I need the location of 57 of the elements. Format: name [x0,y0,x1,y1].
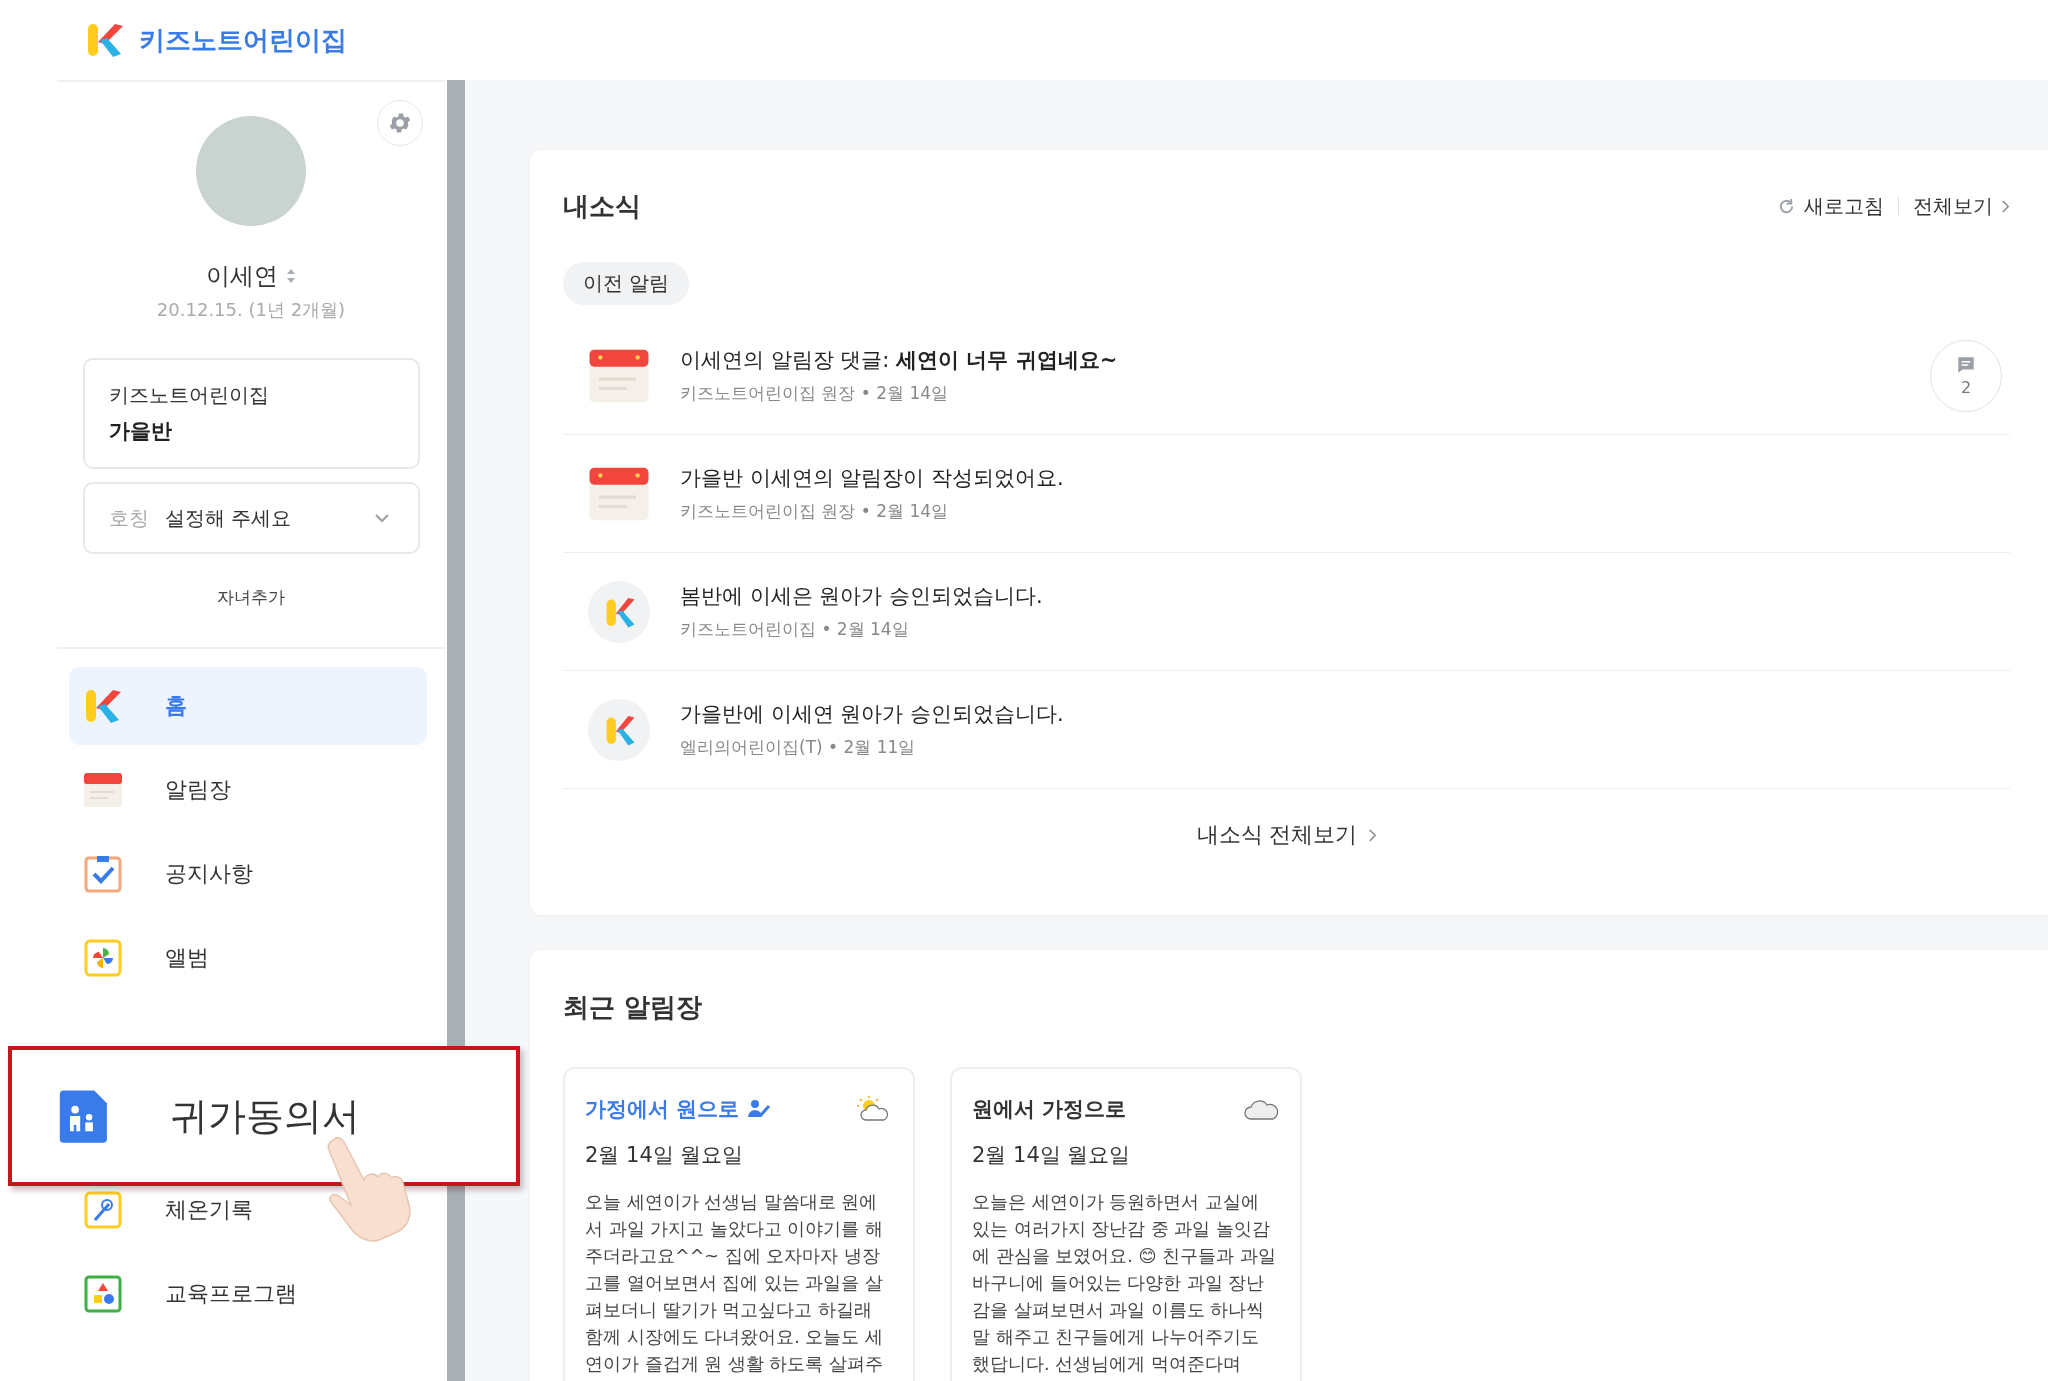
menu-item[interactable]: 교육프로그램 [69,1255,427,1333]
note-card[interactable]: 원에서 가정으로 2월 14일 월요일 오늘은 세연이가 등원하면서 교실에 있는 여러가지 장난감 중 과일 놀잇감에 관심을 보였어요. 😊 친구들과 과일 바구니에 들어있는 다양한 과일 장난감을 살펴보면서 과일 이름도 하나씩 말 해주고 친구들에게 나누어주기도 했답니다. 선생님에게 먹여준다며 [950,1067,1302,1381]
checklist-icon [83,854,123,894]
section-title: 내소식 [563,189,641,223]
previous-alerts-chip: 이전 알림 [563,262,690,305]
note-date: 2월 14일 월요일 [585,1142,745,1169]
note-text: 오늘은 세연이가 등원하면서 교실에 있는 여러가지 장난감 중 과일 놀잇감에 관심을 보였어요. 😊 친구들과 과일 바구니에 들어있는 다양한 과일 장난감을 살펴보면서 과일 이름도 하나씩 말 해주고 친구들에게 나누어주기도 했답니다. 선생님에게 먹여준다며 [972,1191,1277,1376]
news-title: 봄반에 이세은 원아가 승인되었습니다. [680,583,1044,610]
note-text: 오늘 세연이가 선생님 말씀대로 원에서 과일 가지고 놀았다고 이야기를 해주더라고요^^~ 집에 오자마자 냉장고를 열어보면서 집에 있는 과일을 살펴보더니 딸기가 먹고싶다고 하길래 함께 시장에도 다녀왔어요. 오늘도 세연이가 즐겁게 원 생활 하도록 살펴주 [585,1191,884,1376]
menu-item[interactable]: 알림장 [69,751,427,829]
settings-button[interactable] [377,100,423,146]
menu-item[interactable]: 홈 [69,667,427,745]
add-child-link[interactable]: 자녀추가 [217,586,285,609]
school-name: 키즈노트어린이집 [108,382,270,409]
news-title: 가을반 이세연의 알림장이 작성되었어요. [680,465,1065,492]
news-meta: 키즈노트어린이집 원장 • 2월 14일 [680,382,950,405]
news-title: 이세연의 알림장 댓글: 세연이 너무 귀엽네요~ [680,347,1119,374]
gear-icon [387,110,413,136]
news-item[interactable]: 봄반에 이세은 원아가 승인되었습니다. 키즈노트어린이집 • 2월 14일 [563,553,2010,671]
pinwheel-icon [83,938,123,978]
calendar-icon [83,770,123,810]
view-all-news-link[interactable]: 내소식 전체보기 [1190,819,1383,851]
note-date: 2월 14일 월요일 [972,1142,1132,1169]
app-title: 키즈노트어린이집 [139,23,347,57]
birth-date: 20.12.15. (1년 2개월) [156,298,346,322]
chevron-down-icon [373,513,390,523]
news-item[interactable]: 이세연의 알림장 댓글: 세연이 너무 귀엽네요~ 키즈노트어린이집 원장 • 2월 14일 2 [563,317,2010,435]
highlighted-menu-item[interactable]: 귀가동의서 [8,1046,520,1186]
parent-child-document-icon [58,1088,110,1144]
writing-person-icon [747,1099,772,1119]
note-title: 원에서 가정으로 [972,1096,1127,1123]
comment-count-button[interactable]: 2 [1930,339,2002,412]
sort-icon[interactable] [286,268,296,284]
refresh-icon [1777,196,1796,216]
chevron-right-icon [2001,198,2010,214]
child-name[interactable]: 이세연 [206,260,278,292]
thermometer-card-icon [83,1190,123,1230]
logo-icon [588,698,650,761]
nickname-dropdown[interactable]: 호칭 설정해 주세요 [82,482,420,554]
news-item[interactable]: 가을반에 이세연 원아가 승인되었습니다. 엘리의어린이집(T) • 2월 11일 [563,671,2010,789]
comment-icon [1955,354,1977,376]
menu-item[interactable]: 공지사항 [69,835,427,913]
view-all-link[interactable]: 전체보기 [1913,192,2010,220]
news-item[interactable]: 가을반 이세연의 알림장이 작성되었어요. 키즈노트어린이집 원장 • 2월 14일 [563,435,2010,553]
note-title: 가정에서 원으로 [585,1096,740,1123]
refresh-button[interactable]: 새로고침 [1777,192,1884,220]
chevron-right-icon [1367,827,1377,843]
section-title: 최근 알림장 [563,991,704,1024]
shapes-icon [83,1274,123,1314]
news-meta: 키즈노트어린이집 • 2월 14일 [680,618,910,641]
news-title: 가을반에 이세연 원아가 승인되었습니다. [680,701,1065,728]
logo-icon [588,580,650,643]
news-meta: 키즈노트어린이집 원장 • 2월 14일 [680,500,950,523]
news-meta: 엘리의어린이집(T) • 2월 11일 [680,736,917,759]
class-name: 가을반 [108,418,173,445]
menu-item[interactable]: 앨범 [69,919,427,997]
note-card[interactable]: 가정에서 원으로 2월 14일 월요일 오늘 세연이가 선생님 말씀대로 원에서 과일 가지고 놀았다고 이야기를 해주더라고요^^~ 집에 오자마자 냉장고를 열어보면서 집에 있는 과일을 살펴보더니 딸기가 먹고싶다고 하길래 함께 시장에도 다녀왔어요. 오늘도 세연이가 즐겁게 원 생활 하도록 살펴주 [563,1067,915,1381]
